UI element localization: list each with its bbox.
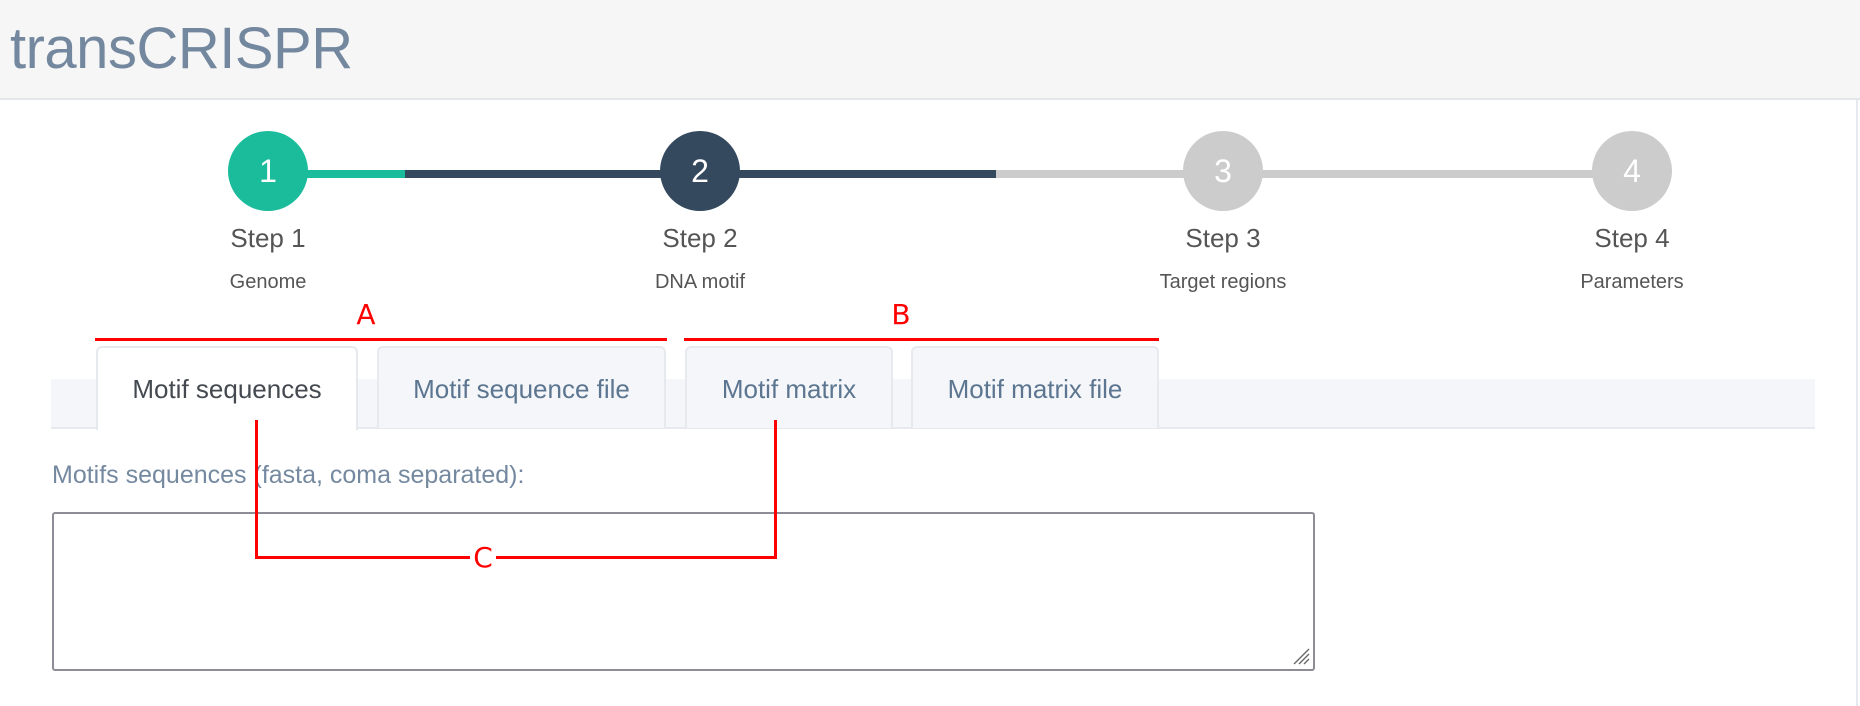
annotation-line-a bbox=[95, 338, 667, 341]
tab-motif-matrix[interactable]: Motif matrix bbox=[685, 346, 893, 428]
step-4-title: Step 4 bbox=[1594, 223, 1670, 253]
step-2-title: Step 2 bbox=[662, 223, 738, 253]
annotation-connector-right bbox=[774, 420, 777, 559]
annotation-line-b bbox=[684, 338, 1159, 341]
tab-motif-sequence-file[interactable]: Motif sequence file bbox=[377, 346, 666, 428]
annotation-label-c: C bbox=[465, 541, 501, 574]
annotation-label-c-text: C bbox=[470, 541, 496, 574]
step-2-description: DNA motif bbox=[654, 271, 746, 293]
step-2-circle[interactable]: 2 bbox=[660, 131, 740, 211]
step-4-circle[interactable]: 4 bbox=[1592, 131, 1672, 211]
motif-sequences-label: Motifs sequences (fasta, coma separated)… bbox=[52, 461, 525, 489]
resize-grip-icon[interactable] bbox=[1290, 645, 1310, 665]
annotation-connector-left bbox=[255, 420, 258, 559]
app-title[interactable]: transCRISPR bbox=[10, 14, 353, 84]
step-3-description: Target regions bbox=[1159, 271, 1287, 293]
page-border bbox=[1856, 100, 1858, 706]
annotation-label-b: B bbox=[891, 298, 911, 331]
app-header: transCRISPR bbox=[0, 0, 1860, 100]
annotation-label-a: A bbox=[356, 298, 376, 331]
tab-motif-sequences[interactable]: Motif sequences bbox=[96, 346, 358, 430]
step-1-title: Step 1 bbox=[230, 223, 306, 253]
step-3-title: Step 3 bbox=[1185, 223, 1261, 253]
annotation-connector-bottom bbox=[255, 556, 777, 559]
step-1-circle[interactable]: 1 bbox=[228, 131, 308, 211]
step-4-description: Parameters bbox=[1580, 271, 1684, 293]
progress-track-pending bbox=[996, 170, 1632, 178]
step-1-description: Genome bbox=[229, 271, 307, 293]
tab-motif-matrix-file[interactable]: Motif matrix file bbox=[911, 346, 1159, 428]
step-3-circle[interactable]: 3 bbox=[1183, 131, 1263, 211]
motif-sequences-input[interactable] bbox=[52, 512, 1315, 671]
